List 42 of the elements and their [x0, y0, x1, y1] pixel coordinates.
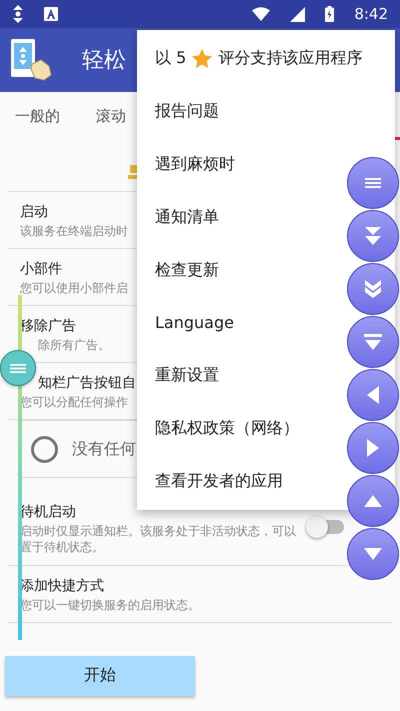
scroll-button[interactable] [347, 528, 399, 580]
tab[interactable]: 滚动 [96, 102, 126, 130]
menu-item[interactable]: 隐私权政策（网络） [137, 402, 299, 456]
scroll-button[interactable] [347, 475, 399, 527]
star-icon [192, 48, 212, 68]
menu-icon [365, 178, 381, 188]
setting-description: 除所有广告。 [38, 338, 110, 354]
menu-item[interactable]: 通知清单 [137, 190, 219, 244]
floating-handle[interactable] [0, 350, 36, 386]
wifi-icon [252, 7, 270, 21]
start-button[interactable]: 开始 [5, 656, 195, 696]
radio-button[interactable] [31, 436, 58, 462]
chevrons-down-icon [364, 279, 382, 299]
menu-item[interactable]: Language [137, 296, 234, 350]
menu-item-text: 评分支持该应用程序 [218, 48, 362, 69]
setting-description: 该服务在终端启动时 [20, 224, 128, 240]
arrow-up-icon [364, 495, 382, 507]
app-logo-icon [10, 38, 52, 82]
tab[interactable]: 一般的 [15, 102, 60, 130]
setting-title: 启动 [20, 202, 48, 221]
setting-title: 小部件 [20, 260, 62, 278]
menu-item[interactable]: 报告问题 [137, 84, 219, 138]
radio-label: 没有任何 [72, 438, 136, 460]
menu-icon [10, 364, 26, 372]
setting-description: 您可以使用小部件启 [20, 280, 128, 296]
arrow-right-icon [367, 439, 379, 457]
arrow-down-icon [364, 548, 382, 560]
battery-icon [325, 6, 334, 22]
app-title: 轻松 [82, 47, 126, 75]
menu-item[interactable]: 遇到麻烦时 [137, 138, 235, 191]
menu-item-text: 以 5 [155, 48, 186, 69]
menu-item[interactable]: 重新设置 [137, 349, 219, 402]
menu-item[interactable]: 以 5 评分支持该应用程序 [137, 32, 362, 85]
arrow-left-icon [367, 386, 379, 404]
setting-title: 知栏广告按钮自 [38, 374, 136, 392]
font-icon [44, 7, 58, 21]
arrow-to-bottom-icon [364, 334, 382, 350]
menu-item[interactable]: 检查更新 [137, 244, 219, 296]
scroll-arrows-icon [12, 5, 24, 23]
signal-icon [290, 6, 306, 22]
double-arrow-down-icon [364, 227, 382, 245]
status-time: 8:42 [354, 5, 388, 23]
